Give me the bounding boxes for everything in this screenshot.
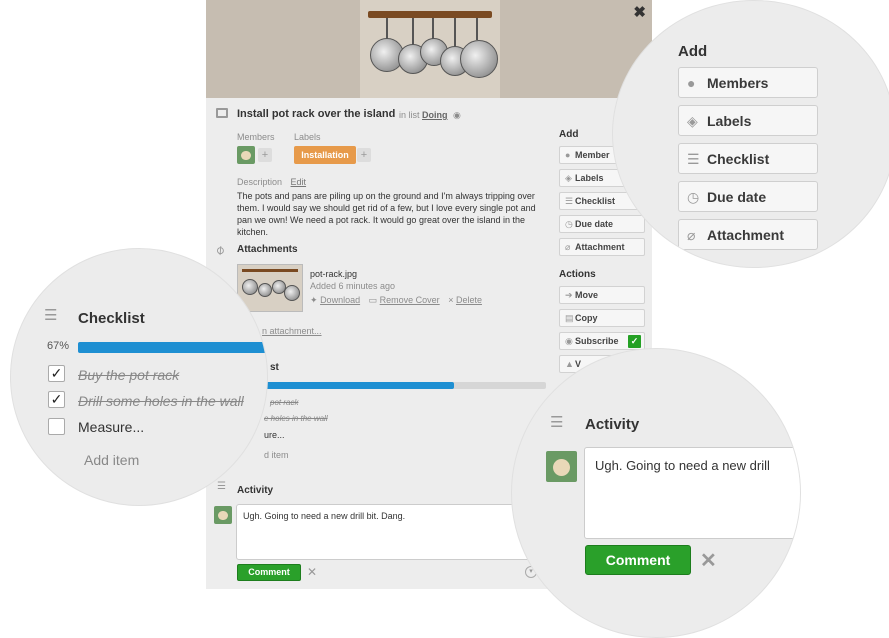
- checklist-item-3-checkbox[interactable]: [48, 418, 65, 435]
- eye-icon: ◉: [565, 336, 573, 346]
- paperclip-icon: ⌀: [565, 242, 571, 252]
- zoom-due-date-button[interactable]: ◷ Due date: [678, 181, 818, 212]
- card-cover: ✖: [206, 0, 652, 98]
- list-icon: ☰: [565, 196, 574, 206]
- sidebar-move-button[interactable]: ➔ Move: [559, 286, 645, 304]
- card-icon: [216, 108, 228, 118]
- zoom-comment-button[interactable]: Comment: [585, 545, 691, 575]
- add-label-icon[interactable]: +: [357, 148, 371, 162]
- comment-button[interactable]: Comment: [237, 564, 301, 581]
- zoom-add-title: Add: [678, 43, 708, 60]
- paperclip-icon: ⌀: [687, 227, 696, 243]
- description-text: The pots and pans are piling up on the g…: [237, 191, 536, 237]
- zoom-checklist-title: Checklist: [78, 310, 145, 327]
- add-attachment-link[interactable]: n attachment...: [262, 326, 322, 336]
- copy-icon: ▤: [565, 313, 574, 323]
- zoom-comment-avatar: [546, 451, 577, 482]
- zoom-attachment-button[interactable]: ⌀ Attachment: [678, 219, 818, 250]
- zoom-checklist-progress-fill: [78, 342, 267, 353]
- download-link[interactable]: ✦ Download: [310, 295, 360, 305]
- comment-input[interactable]: Ugh. Going to need a new drill bit. Dang…: [236, 504, 536, 560]
- cancel-comment-icon[interactable]: ✕: [307, 565, 317, 579]
- close-icon[interactable]: ✖: [633, 3, 646, 21]
- attachments-title: Attachments: [237, 244, 298, 255]
- zoom-checklist-button[interactable]: ☰ Checklist: [678, 143, 818, 174]
- remove-cover-link[interactable]: ▭ Remove Cover: [369, 295, 440, 305]
- delete-icon: ×: [448, 295, 454, 305]
- list-icon: ☰: [687, 151, 700, 167]
- zoom-checklist-item-1[interactable]: Buy the pot rack: [78, 367, 179, 383]
- checklist-progress-fill: [266, 382, 454, 389]
- description-label: Description: [237, 177, 283, 187]
- labels-label: Labels: [294, 132, 321, 142]
- thumbs-up-icon: ▲: [565, 359, 574, 369]
- card-title[interactable]: Install pot rack over the island: [237, 108, 395, 120]
- members-label: Members: [237, 132, 275, 142]
- zoom-labels-button[interactable]: ◈ Labels: [678, 105, 818, 136]
- checklist-icon: ☰: [44, 307, 58, 324]
- sidebar-due-date-button[interactable]: ◷ Due date: [559, 215, 645, 233]
- zoom-checklist-item-3[interactable]: Measure...: [78, 419, 144, 435]
- paperclip-icon: ⌀: [211, 241, 228, 258]
- monitor-icon: ▭: [368, 295, 378, 305]
- checklist-item-3[interactable]: ure...: [264, 430, 285, 440]
- zoom-add-item-link[interactable]: Add item: [84, 452, 139, 468]
- activity-icon: ☰: [550, 414, 564, 431]
- clock-icon: ◷: [565, 219, 573, 229]
- checklist-item-2[interactable]: e holes in the wall: [264, 414, 328, 423]
- checklist-progress: [266, 382, 546, 389]
- sidebar-actions-title: Actions: [559, 269, 596, 280]
- pot-rack-bar: [368, 11, 492, 18]
- zoom-add-panel: Add ● Members ◈ Labels ☰ Checklist ◷ Due dat…: [612, 0, 889, 268]
- attachment-thumbnail[interactable]: [237, 264, 303, 312]
- cover-image: [360, 0, 500, 98]
- checklist-item-1-checkbox[interactable]: ✓: [48, 365, 65, 382]
- eye-icon: ◉: [453, 110, 461, 120]
- zoom-checklist-panel: ☰ Checklist 67% ✓ Buy the pot rack ✓ Dri…: [10, 248, 268, 506]
- checklist-item-1[interactable]: pot rack: [270, 398, 298, 407]
- label-tag[interactable]: Installation: [294, 146, 356, 164]
- delete-link[interactable]: × Delete: [448, 295, 482, 305]
- add-member-icon[interactable]: +: [258, 148, 272, 162]
- attachment-filename[interactable]: pot-rack.jpg: [310, 269, 357, 279]
- zoom-activity-panel: ☰ Activity Ugh. Going to need a new dril…: [511, 348, 801, 638]
- checklist-item-2-checkbox[interactable]: ✓: [48, 391, 65, 408]
- zoom-activity-title: Activity: [585, 416, 640, 433]
- download-icon: ✦: [310, 295, 318, 305]
- comment-avatar: [214, 506, 232, 524]
- zoom-members-button[interactable]: ● Members: [678, 67, 818, 98]
- description-edit-link[interactable]: Edit: [291, 177, 307, 187]
- tag-icon: ◈: [565, 173, 572, 183]
- clock-icon: ◷: [687, 189, 700, 205]
- sidebar-attachment-button[interactable]: ⌀ Attachment: [559, 238, 645, 256]
- tag-icon: ◈: [687, 113, 698, 129]
- arrow-right-icon: ➔: [565, 290, 573, 300]
- checklist-add-item[interactable]: d item: [264, 450, 289, 460]
- sidebar-subscribe-button[interactable]: ◉ Subscribe ✓: [559, 332, 645, 350]
- checklist-percent: 67%: [47, 340, 70, 352]
- in-list-prefix: in list: [399, 110, 420, 120]
- zoom-cancel-comment-icon[interactable]: ✕: [700, 548, 717, 573]
- member-avatar[interactable]: [237, 146, 255, 164]
- person-icon: ●: [565, 150, 571, 160]
- activity-title: Activity: [237, 485, 274, 496]
- zoom-comment-input[interactable]: Ugh. Going to need a new drill: [584, 447, 800, 539]
- activity-icon: ☰: [217, 481, 226, 492]
- checklist-title: st: [270, 362, 279, 373]
- attachment-added: Added 6 minutes ago: [310, 281, 396, 291]
- person-icon: ●: [687, 75, 696, 91]
- zoom-checklist-item-2[interactable]: Drill some holes in the wall: [78, 393, 244, 409]
- sidebar-copy-button[interactable]: ▤Copy: [559, 309, 645, 327]
- sidebar-add-title: Add: [559, 129, 579, 140]
- list-link[interactable]: Doing: [422, 110, 448, 120]
- subscribed-check-icon: ✓: [628, 335, 641, 348]
